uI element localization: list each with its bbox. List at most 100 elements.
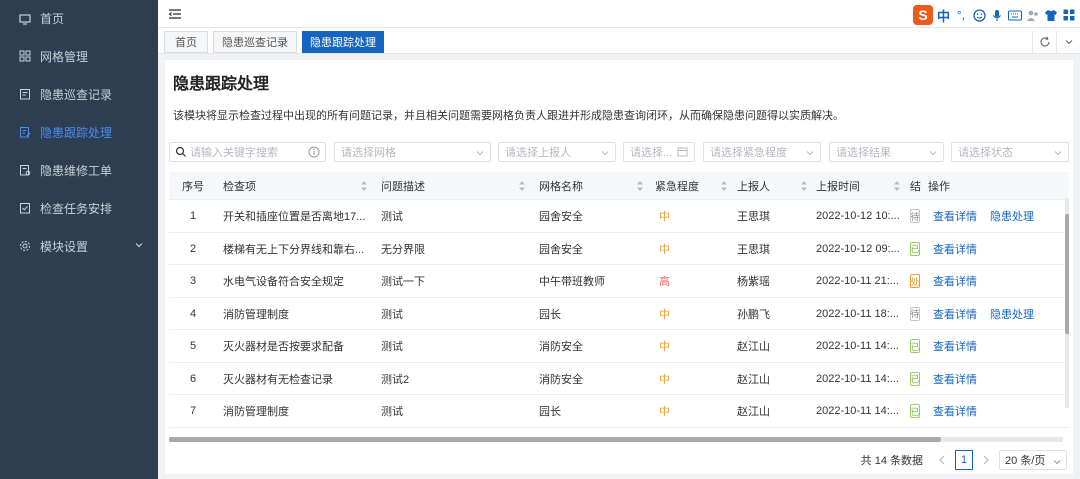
- chevron-down-icon: [601, 148, 609, 156]
- keyword-search-input[interactable]: 请输入关键字搜索: [169, 142, 326, 162]
- grid-select[interactable]: 请选择网格: [334, 142, 491, 162]
- page-size-select[interactable]: 20 条/页: [999, 450, 1067, 470]
- header-time[interactable]: 上报时间: [816, 172, 904, 200]
- menu-collapse-icon[interactable]: [168, 7, 182, 21]
- cell-check-item: 开关和插座位置是否离地17...: [223, 211, 366, 223]
- sort-icon[interactable]: [721, 180, 727, 192]
- view-details-link[interactable]: 查看详情: [933, 298, 983, 330]
- page-number[interactable]: 1: [955, 450, 973, 470]
- sidebar-item-grid-management[interactable]: 网格管理: [0, 37, 158, 75]
- calendar-icon: [677, 146, 689, 158]
- result-select[interactable]: 请选择结果: [829, 142, 944, 162]
- cell-problem: 测试: [381, 211, 403, 223]
- info-icon: [308, 146, 320, 158]
- tab-tracking[interactable]: 隐患跟踪处理: [302, 31, 384, 53]
- shirt-icon[interactable]: [1044, 8, 1058, 22]
- sort-icon[interactable]: [894, 180, 900, 192]
- cell-urgency: 中: [659, 211, 670, 223]
- filter-bar: 请输入关键字搜索 请选择网格 请选择上报人 请选择... 请选择紧急程度 请选择…: [169, 142, 1069, 162]
- sort-icon[interactable]: [519, 180, 525, 192]
- table-row: 5 灭火器材是否按要求配备 测试 消防安全 中 赵江山 2022-10-11 14:... 已…: [169, 330, 1069, 363]
- sidebar-item-tracking[interactable]: 隐患跟踪处理: [0, 113, 158, 151]
- header-reporter[interactable]: 上报人: [737, 172, 811, 200]
- urgency-select[interactable]: 请选择紧急程度: [703, 142, 821, 162]
- sogou-logo-icon[interactable]: S: [912, 5, 933, 25]
- sort-icon[interactable]: [361, 180, 367, 192]
- cell-check-item: 楼梯有无上下分界线和靠右...: [223, 243, 365, 256]
- sidebar-item-home[interactable]: 首页: [0, 0, 158, 37]
- reporter-select-placeholder: 请选择上报人: [505, 147, 571, 159]
- next-page-icon[interactable]: [979, 453, 993, 467]
- cell-problem: 测试2: [381, 373, 410, 386]
- sidebar-item-module-settings[interactable]: 模块设置: [0, 227, 158, 265]
- sidebar-item-task-schedule[interactable]: 检查任务安排: [0, 189, 158, 227]
- reporter-select[interactable]: 请选择上报人: [498, 142, 616, 162]
- cell-index: 3: [189, 275, 197, 287]
- vertical-scrollbar[interactable]: [1065, 198, 1069, 408]
- smiley-icon[interactable]: [972, 8, 986, 22]
- cell-result: 已: [910, 363, 924, 395]
- cell-problem: 测试: [381, 406, 403, 418]
- monitor-icon: [18, 12, 32, 26]
- ime-punct[interactable]: °,: [954, 8, 968, 22]
- cell-grid: 园舍安全: [539, 243, 583, 256]
- cell-reporter: 赵江山: [737, 406, 770, 418]
- tab-bar: 首页 隐患巡查记录 隐患跟踪处理: [158, 28, 1080, 54]
- header-grid-label: 网格名称: [539, 181, 583, 193]
- sidebar-item-label: 网格管理: [40, 49, 89, 64]
- horizontal-scrollbar[interactable]: [169, 437, 1063, 442]
- vertical-scrollbar-thumb[interactable]: [1065, 214, 1069, 334]
- chevron-down-icon[interactable]: [1056, 31, 1080, 53]
- header-grid[interactable]: 网格名称: [539, 172, 651, 200]
- sidebar-item-inspection-records[interactable]: 隐患巡查记录: [0, 75, 158, 113]
- view-details-link[interactable]: 查看详情: [933, 200, 983, 232]
- result-badge: 已: [910, 371, 920, 386]
- header-check-item[interactable]: 检查项: [223, 172, 375, 200]
- handle-hazard-link[interactable]: 隐患处理: [990, 298, 1040, 330]
- refresh-icon[interactable]: [1032, 31, 1056, 53]
- table-row: 7 消防管理制度 测试 园长 中 赵江山 2022-10-11 14:... 已查看详情: [169, 395, 1069, 428]
- view-details-link[interactable]: 查看详情: [933, 233, 983, 265]
- view-details-link[interactable]: 查看详情: [933, 363, 983, 395]
- header-problem[interactable]: 问题描述: [381, 172, 533, 200]
- horizontal-scrollbar-thumb[interactable]: [169, 437, 941, 442]
- table-row: 2 楼梯有无上下分界线和靠右... 无分界限 园舍安全 中 王思琪 2022-10-12 0…: [169, 233, 1069, 265]
- cell-result: 处: [910, 265, 924, 297]
- cell-reporter: 王思琪: [737, 243, 770, 256]
- header-problem-label: 问题描述: [381, 181, 425, 193]
- result-badge: 已: [910, 404, 920, 418]
- sort-icon[interactable]: [637, 180, 643, 192]
- keyword-placeholder: 请输入关键字搜索: [190, 147, 278, 159]
- user-group-icon[interactable]: [1026, 8, 1040, 22]
- chevron-down-icon: [134, 239, 144, 253]
- checklist-icon: [18, 201, 32, 215]
- apps-grid-icon[interactable]: [1062, 8, 1076, 22]
- header-urgency-label: 紧急程度: [655, 181, 699, 193]
- tab-home[interactable]: 首页: [164, 31, 208, 53]
- handle-hazard-link[interactable]: 隐患处理: [990, 200, 1040, 232]
- table-row: 4 消防管理制度 测试 园长 中 孙鹏飞 2022-10-11 18:... 待查看详情 隐患处…: [169, 298, 1069, 330]
- cell-check-item: 灭火器材是否按要求配备: [223, 341, 344, 353]
- keyboard-icon[interactable]: [1008, 8, 1022, 22]
- cell-grid: 园舍安全: [539, 211, 583, 223]
- sidebar-item-work-orders[interactable]: 隐患维修工单: [0, 151, 158, 189]
- view-details-link[interactable]: 查看详情: [933, 395, 983, 427]
- header-urgency[interactable]: 紧急程度: [655, 172, 731, 200]
- header-index: 序号: [182, 181, 204, 193]
- sort-icon[interactable]: [801, 180, 807, 192]
- view-details-link[interactable]: 查看详情: [933, 265, 983, 297]
- cell-reporter: 孙鹏飞: [737, 308, 770, 321]
- status-select[interactable]: 请选择状态: [951, 142, 1069, 162]
- cell-problem: 测试: [381, 308, 403, 321]
- ime-mode[interactable]: 中: [937, 6, 950, 25]
- cell-time: 2022-10-11 21:...: [816, 275, 899, 287]
- sidebar-item-label: 首页: [40, 12, 65, 26]
- result-badge: 待: [910, 306, 920, 321]
- tab-inspection-records[interactable]: 隐患巡查记录: [213, 31, 297, 53]
- prev-page-icon[interactable]: [935, 453, 949, 467]
- view-details-link[interactable]: 查看详情: [933, 330, 983, 362]
- microphone-icon[interactable]: [990, 8, 1004, 22]
- cell-index: 1: [189, 210, 197, 222]
- cell-result: 待: [910, 298, 924, 330]
- date-picker[interactable]: 请选择...: [623, 142, 695, 162]
